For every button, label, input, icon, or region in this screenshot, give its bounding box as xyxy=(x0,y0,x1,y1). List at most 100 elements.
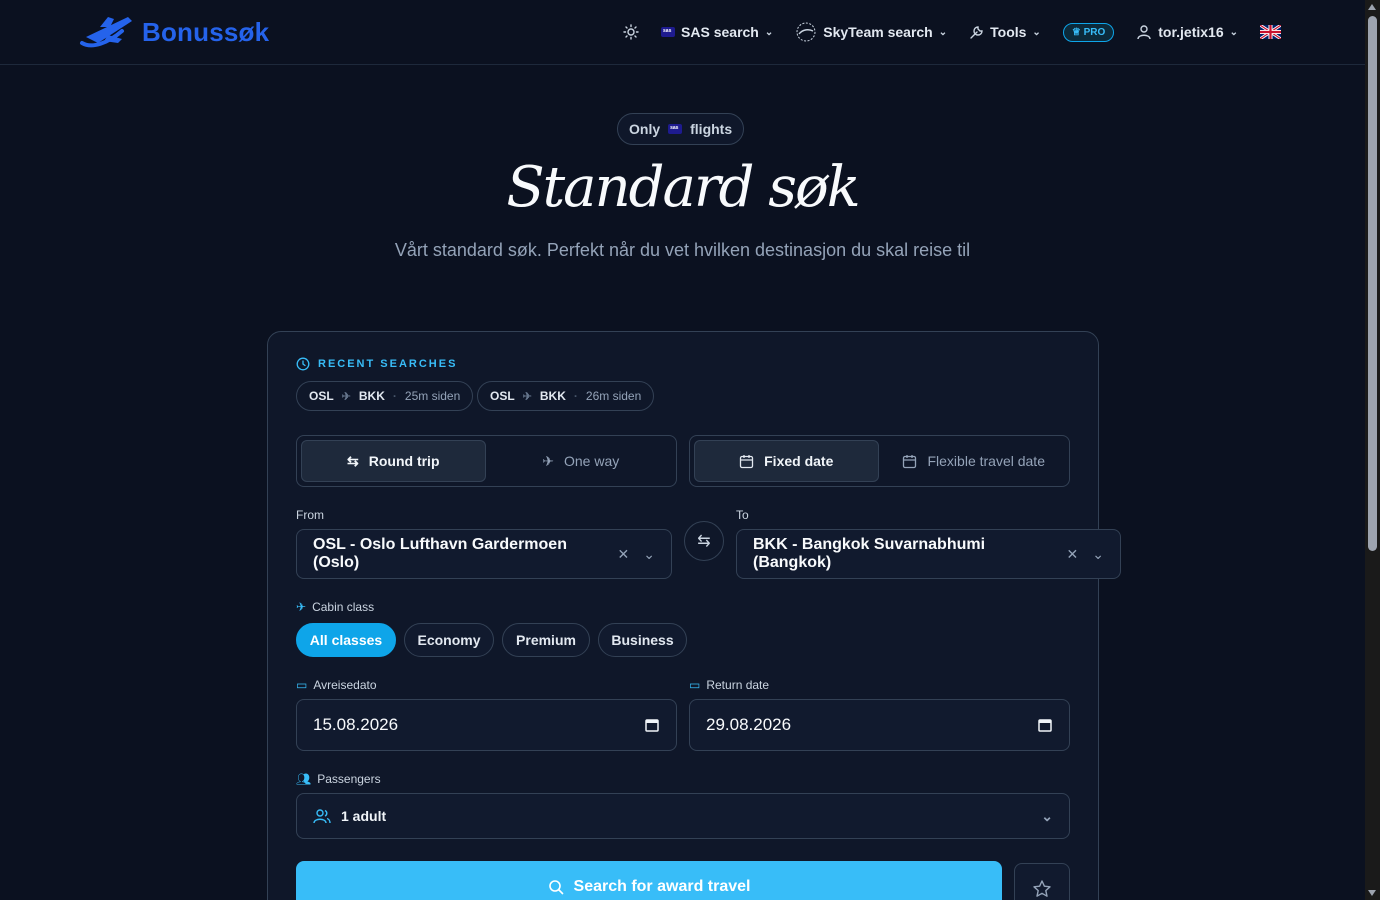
top-header: Bonussøk SAS search ⌄ SkyTe xyxy=(0,0,1365,65)
plane-icon: ✈ xyxy=(341,390,351,403)
wrench-icon xyxy=(970,25,983,39)
chevron-down-icon: ⌄ xyxy=(1041,807,1053,824)
uk-flag-icon[interactable] xyxy=(1260,25,1281,39)
search-award-travel-button[interactable]: Search for award travel xyxy=(296,861,1002,900)
flexible-date-button[interactable]: Flexible travel date xyxy=(883,440,1066,482)
departure-date-heading: ▭ Avreisedato xyxy=(296,678,377,692)
scroll-up-arrow[interactable] xyxy=(1368,4,1376,10)
chip-from: OSL xyxy=(490,389,515,403)
swap-arrows-icon: ⇆ xyxy=(697,533,711,550)
sas-search-label: SAS search xyxy=(681,24,759,40)
user-menu[interactable]: tor.jetix16 ⌄ xyxy=(1136,24,1238,40)
date-mode-toggle: Fixed date Flexible travel date xyxy=(689,435,1070,487)
calendar-icon: ▭ xyxy=(689,678,701,692)
calendar-picker-icon[interactable] xyxy=(1037,717,1053,733)
separator-dot: · xyxy=(392,389,397,403)
tools-menu[interactable]: Tools ⌄ xyxy=(969,24,1041,40)
to-label: To xyxy=(736,508,749,522)
plane-icon: ✈ xyxy=(296,600,307,614)
round-trip-label: Round trip xyxy=(368,453,440,469)
chevron-down-icon[interactable]: ⌄ xyxy=(1092,546,1104,563)
skyteam-logo-icon xyxy=(796,22,816,42)
passengers-label: Passengers xyxy=(317,772,381,786)
chevron-down-icon: ⌄ xyxy=(1032,26,1041,38)
recent-searches-label: RECENT SEARCHES xyxy=(318,358,458,370)
flexible-date-label: Flexible travel date xyxy=(927,453,1045,469)
username: tor.jetix16 xyxy=(1158,24,1224,40)
return-date-heading: ▭ Return date xyxy=(689,678,769,692)
skyteam-search-label: SkyTeam search xyxy=(823,24,933,40)
passengers-heading: 👥︎ Passengers xyxy=(296,772,381,786)
to-airport-select[interactable]: BKK - Bangkok Suvarnabhumi (Bangkok) ✕ ⌄ xyxy=(736,529,1121,579)
cabin-business-pill[interactable]: Business xyxy=(598,623,687,657)
calendar-picker-icon[interactable] xyxy=(644,717,660,733)
badge-suffix: flights xyxy=(690,121,733,137)
star-icon xyxy=(1033,880,1051,897)
only-sas-flights-badge: Only flights xyxy=(617,113,745,145)
calendar-icon xyxy=(903,454,917,468)
skyteam-search-menu[interactable]: SkyTeam search ⌄ xyxy=(795,21,947,43)
search-icon xyxy=(548,880,563,895)
cabin-all-classes-pill[interactable]: All classes xyxy=(296,623,396,657)
passengers-select[interactable]: 1 adult ⌄ xyxy=(296,793,1070,839)
theme-toggle-button[interactable] xyxy=(623,24,639,40)
return-date-label: Return date xyxy=(706,678,770,692)
main-nav: SAS search ⌄ SkyTeam search ⌄ Tools ⌄ ♕ … xyxy=(623,0,1281,64)
separator-dot: · xyxy=(573,389,578,403)
chevron-down-icon: ⌄ xyxy=(938,26,948,38)
one-way-button[interactable]: ✈ One way xyxy=(490,440,673,482)
sas-logo-icon xyxy=(661,27,676,37)
cabin-class-label: Cabin class xyxy=(312,600,375,614)
scroll-down-arrow[interactable] xyxy=(1368,890,1376,896)
cabin-class-heading: ✈ Cabin class xyxy=(296,600,374,614)
from-airport-value: OSL - Oslo Lufthavn Gardermoen (Oslo) xyxy=(313,536,567,571)
users-icon: 👥︎ xyxy=(296,772,312,786)
passengers-value: 1 adult xyxy=(341,808,387,824)
trip-type-toggle: ⇆ Round trip ✈ One way xyxy=(296,435,677,487)
fixed-date-label: Fixed date xyxy=(764,453,834,469)
from-label: From xyxy=(296,508,324,522)
chip-from: OSL xyxy=(309,389,334,403)
cabin-premium-pill[interactable]: Premium xyxy=(502,623,590,657)
scrollbar[interactable] xyxy=(1365,0,1380,900)
plane-logo-icon xyxy=(80,17,132,48)
from-airport-select[interactable]: OSL - Oslo Lufthavn Gardermoen (Oslo) ✕ … xyxy=(296,529,672,579)
pro-badge: ♕ PRO xyxy=(1062,22,1115,42)
departure-date-input[interactable]: 15.08.2026 xyxy=(296,699,677,751)
chevron-down-icon: ⌄ xyxy=(764,26,774,38)
calendar-icon: ▭ xyxy=(296,678,308,692)
recent-search-chip[interactable]: OSL ✈ BKK · 26m siden xyxy=(477,381,655,411)
calendar-icon xyxy=(739,454,754,468)
user-icon xyxy=(1137,25,1151,40)
return-date-value: 29.08.2026 xyxy=(706,715,792,734)
round-trip-button[interactable]: ⇆ Round trip xyxy=(301,440,486,482)
pro-badge-label: PRO xyxy=(1083,26,1106,38)
plane-icon: ✈ xyxy=(542,452,554,469)
fixed-date-button[interactable]: Fixed date xyxy=(694,440,879,482)
page-title: Standard søk xyxy=(506,155,860,220)
clear-icon[interactable]: ✕ xyxy=(1067,546,1079,563)
logo[interactable]: Bonussøk xyxy=(78,13,269,51)
clock-icon xyxy=(296,357,310,371)
users-icon xyxy=(313,809,331,824)
clear-icon[interactable]: ✕ xyxy=(618,546,630,563)
swap-arrows-icon: ⇆ xyxy=(347,452,359,469)
scroll-thumb[interactable] xyxy=(1368,16,1377,551)
swap-airports-button[interactable]: ⇆ xyxy=(684,521,724,561)
return-date-input[interactable]: 29.08.2026 xyxy=(689,699,1070,751)
one-way-label: One way xyxy=(563,453,620,469)
recent-searches-heading: RECENT SEARCHES xyxy=(296,357,457,371)
tools-label: Tools xyxy=(990,24,1027,40)
cabin-economy-pill[interactable]: Economy xyxy=(404,623,494,657)
crown-icon: ♕ xyxy=(1071,26,1081,38)
chip-ago: 25m siden xyxy=(404,389,461,403)
recent-search-chip[interactable]: OSL ✈ BKK · 25m siden xyxy=(296,381,474,411)
sun-icon xyxy=(623,24,639,40)
sas-logo-icon xyxy=(668,124,683,134)
chevron-down-icon[interactable]: ⌄ xyxy=(643,546,655,563)
logo-text: Bonussøk xyxy=(142,16,270,47)
sas-search-menu[interactable]: SAS search ⌄ xyxy=(661,24,773,40)
save-search-button[interactable] xyxy=(1014,863,1070,900)
chip-to: BKK xyxy=(358,389,385,403)
departure-date-label: Avreisedato xyxy=(313,678,377,692)
